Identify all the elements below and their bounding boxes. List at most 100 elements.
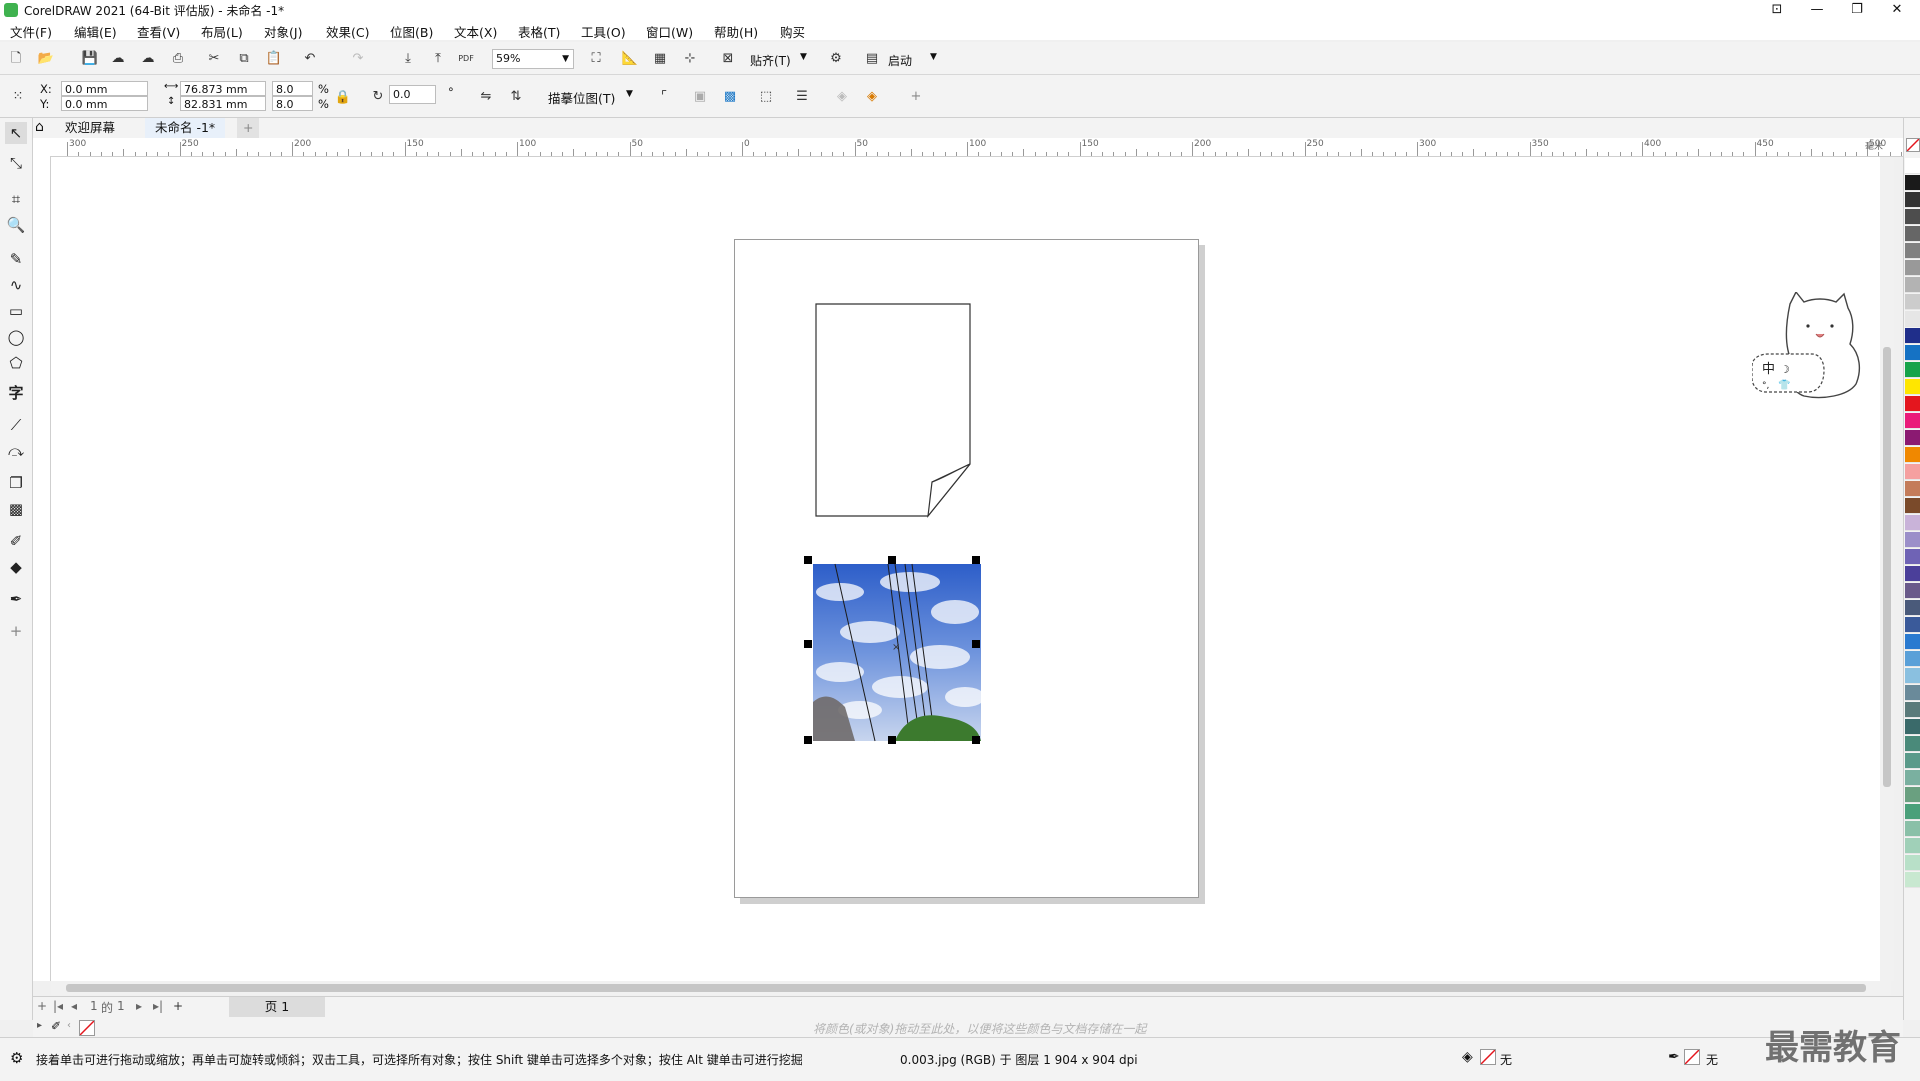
new-document-icon[interactable]: 🗋 <box>6 49 26 69</box>
palette-swatch[interactable] <box>1905 311 1920 327</box>
open-icon[interactable]: 📂 <box>36 49 56 69</box>
help-window-icon[interactable]: ⊡ <box>1760 0 1794 20</box>
to-back-icon[interactable]: ◈ <box>832 87 852 107</box>
pick-tool-icon[interactable]: ↖ <box>5 122 27 144</box>
palette-swatch[interactable] <box>1905 447 1920 463</box>
cloud-download-icon[interactable]: ☁ <box>108 49 128 69</box>
menu-object[interactable]: 对象(J) <box>264 22 302 41</box>
menu-view[interactable]: 查看(V) <box>137 22 180 41</box>
palette-swatch[interactable] <box>1905 855 1920 871</box>
palette-swatch[interactable] <box>1905 634 1920 650</box>
palette-swatch[interactable] <box>1905 736 1920 752</box>
expand-arrow-icon[interactable]: ▸ <box>37 1020 42 1031</box>
palette-swatch[interactable] <box>1905 158 1920 174</box>
tab-untitled-1[interactable]: 未命名 -1* <box>145 118 226 140</box>
menu-file[interactable]: 文件(F) <box>10 22 52 41</box>
chevron-down-icon[interactable]: ▼ <box>626 89 633 99</box>
edit-bitmap-icon[interactable]: ⬚ <box>756 87 776 107</box>
menu-table[interactable]: 表格(T) <box>518 22 560 41</box>
palette-swatch[interactable] <box>1905 362 1920 378</box>
palette-swatch[interactable] <box>1905 838 1920 854</box>
x-position-field[interactable]: 0.0 mm <box>61 81 148 96</box>
menu-help[interactable]: 帮助(H) <box>714 22 758 41</box>
trace-bitmap-button[interactable]: 描摹位图(T) <box>548 88 615 107</box>
paste-icon[interactable]: 📋 <box>264 49 284 69</box>
scale-x-field[interactable]: 8.0 <box>272 81 313 96</box>
palette-swatch[interactable] <box>1905 464 1920 480</box>
current-page-number[interactable]: 1 <box>90 999 98 1013</box>
fill-bucket-icon[interactable]: ◈ <box>1462 1049 1473 1065</box>
outline-none-swatch[interactable] <box>1684 1049 1700 1065</box>
palette-swatch[interactable] <box>1905 804 1920 820</box>
palette-swatch[interactable] <box>1905 872 1920 888</box>
zoom-tool-icon[interactable]: 🔍 <box>5 214 27 236</box>
add-icon[interactable]: + <box>906 87 926 107</box>
menu-tools[interactable]: 工具(O) <box>581 22 626 41</box>
eyedropper-icon[interactable]: ✐ <box>51 1019 61 1033</box>
horizontal-scrollbar[interactable] <box>51 981 1891 995</box>
chevron-down-icon[interactable]: ▼ <box>800 52 807 62</box>
zoom-level-select[interactable]: 59% ▼ <box>492 49 574 69</box>
minimize-button[interactable]: — <box>1800 0 1834 20</box>
undo-icon[interactable]: ↶ <box>300 49 320 69</box>
menu-effects[interactable]: 效果(C) <box>326 22 369 41</box>
add-page-before-button[interactable]: + <box>37 999 47 1013</box>
menu-layout[interactable]: 布局(L) <box>201 22 243 41</box>
artistic-media-icon[interactable]: ∿ <box>5 274 27 296</box>
prev-page-icon[interactable]: ◂ <box>71 999 77 1013</box>
restore-button[interactable]: ❐ <box>1840 0 1874 20</box>
text-tool-icon[interactable]: 字 <box>5 382 27 404</box>
palette-swatch[interactable] <box>1905 328 1920 344</box>
menu-text[interactable]: 文本(X) <box>454 22 497 41</box>
palette-swatch[interactable] <box>1905 294 1920 310</box>
palette-swatch[interactable] <box>1905 413 1920 429</box>
mirror-horizontal-icon[interactable]: ⇋ <box>476 87 496 107</box>
parallel-dimension-icon[interactable]: ⟋ <box>5 414 27 436</box>
bitmap-mask-icon[interactable]: ▩ <box>720 87 740 107</box>
chevron-down-icon[interactable]: ▼ <box>930 52 937 62</box>
palette-swatch[interactable] <box>1905 549 1920 565</box>
width-field[interactable]: 76.873 mm <box>180 81 266 96</box>
redo-icon[interactable]: ↷ <box>348 49 368 69</box>
interactive-fill-icon[interactable]: ◆ <box>5 556 27 578</box>
palette-swatch[interactable] <box>1905 770 1920 786</box>
connector-tool-icon[interactable]: ⤼ <box>5 440 27 462</box>
palette-swatch[interactable] <box>1905 260 1920 276</box>
palette-swatch[interactable] <box>1905 617 1920 633</box>
launch-menu[interactable]: 启动 <box>888 52 912 69</box>
last-page-icon[interactable]: ▸| <box>153 999 163 1013</box>
crop-bitmap-icon[interactable]: ⌜ <box>654 87 674 107</box>
rotation-angle-field[interactable]: 0.0 <box>389 85 436 104</box>
transparency-icon[interactable]: ▩ <box>5 498 27 520</box>
show-guidelines-icon[interactable]: ⊹ <box>680 49 700 69</box>
palette-swatch[interactable] <box>1905 515 1920 531</box>
selected-bitmap-image[interactable]: × <box>800 552 992 752</box>
tab-welcome-screen[interactable]: 欢迎屏幕 <box>55 118 125 138</box>
horizontal-scroll-thumb[interactable] <box>66 984 1866 992</box>
document-shape[interactable] <box>814 302 974 520</box>
launch-icon[interactable]: ▤ <box>862 49 882 69</box>
polygon-tool-icon[interactable]: ⬠ <box>5 352 27 374</box>
palette-swatch[interactable] <box>1905 651 1920 667</box>
status-gear-icon[interactable]: ⚙ <box>10 1049 23 1067</box>
palette-swatch[interactable] <box>1905 702 1920 718</box>
snap-off-icon[interactable]: ⊠ <box>718 49 738 69</box>
palette-swatch[interactable] <box>1905 226 1920 242</box>
vertical-scrollbar[interactable] <box>1880 157 1894 981</box>
eyedropper-icon[interactable]: ✐ <box>5 530 27 552</box>
menu-edit[interactable]: 编辑(E) <box>74 22 117 41</box>
cut-icon[interactable]: ✂ <box>204 49 224 69</box>
add-page-after-button[interactable]: + <box>173 999 183 1013</box>
vertical-ruler[interactable] <box>33 156 51 981</box>
crop-tool-icon[interactable]: ⌗ <box>5 188 27 210</box>
show-rulers-icon[interactable]: 📐 <box>620 49 640 69</box>
object-origin-icon[interactable]: ⁙ <box>6 85 30 109</box>
ime-cat-mascot[interactable]: 中 ☽ °, 👕 <box>1752 292 1884 412</box>
palette-swatch[interactable] <box>1905 787 1920 803</box>
palette-swatch[interactable] <box>1905 430 1920 446</box>
text-wrap-icon[interactable]: ☰ <box>792 87 812 107</box>
import-icon[interactable]: ⤓ <box>398 49 418 69</box>
palette-swatch[interactable] <box>1905 566 1920 582</box>
full-screen-preview-icon[interactable]: ⛶ <box>586 49 606 69</box>
lock-ratio-icon[interactable]: 🔒 <box>333 88 353 108</box>
